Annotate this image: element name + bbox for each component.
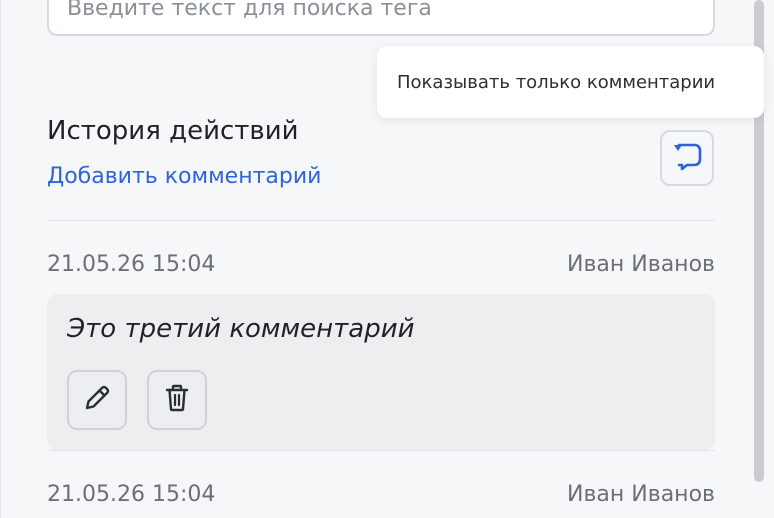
entry-timestamp: 21.05.26 15:04 (47, 252, 216, 277)
history-title: История действий (47, 116, 299, 146)
pencil-icon (80, 381, 114, 419)
trash-icon (160, 381, 194, 419)
filter-tooltip: Показывать только комментарии (377, 46, 764, 118)
history-entry-meta: 21.05.26 15:04 Иван Иванов (47, 482, 715, 507)
comment-card: Это третий комментарий (47, 294, 715, 450)
add-comment-link[interactable]: Добавить комментарий (47, 164, 321, 189)
history-entry-meta: 21.05.26 15:04 Иван Иванов (47, 252, 715, 277)
comment-filter-icon (670, 141, 704, 175)
history-panel: Показывать только комментарии История де… (0, 0, 764, 518)
edit-comment-button[interactable] (67, 370, 127, 430)
comment-text: Это третий комментарий (67, 314, 415, 344)
delete-comment-button[interactable] (147, 370, 207, 430)
entry-author: Иван Иванов (567, 252, 715, 277)
entry-divider (47, 450, 715, 451)
comments-only-filter-button[interactable] (660, 130, 714, 186)
section-divider (47, 220, 715, 221)
entry-timestamp: 21.05.26 15:04 (47, 482, 216, 507)
entry-author: Иван Иванов (567, 482, 715, 507)
tag-search-input[interactable] (47, 0, 715, 36)
